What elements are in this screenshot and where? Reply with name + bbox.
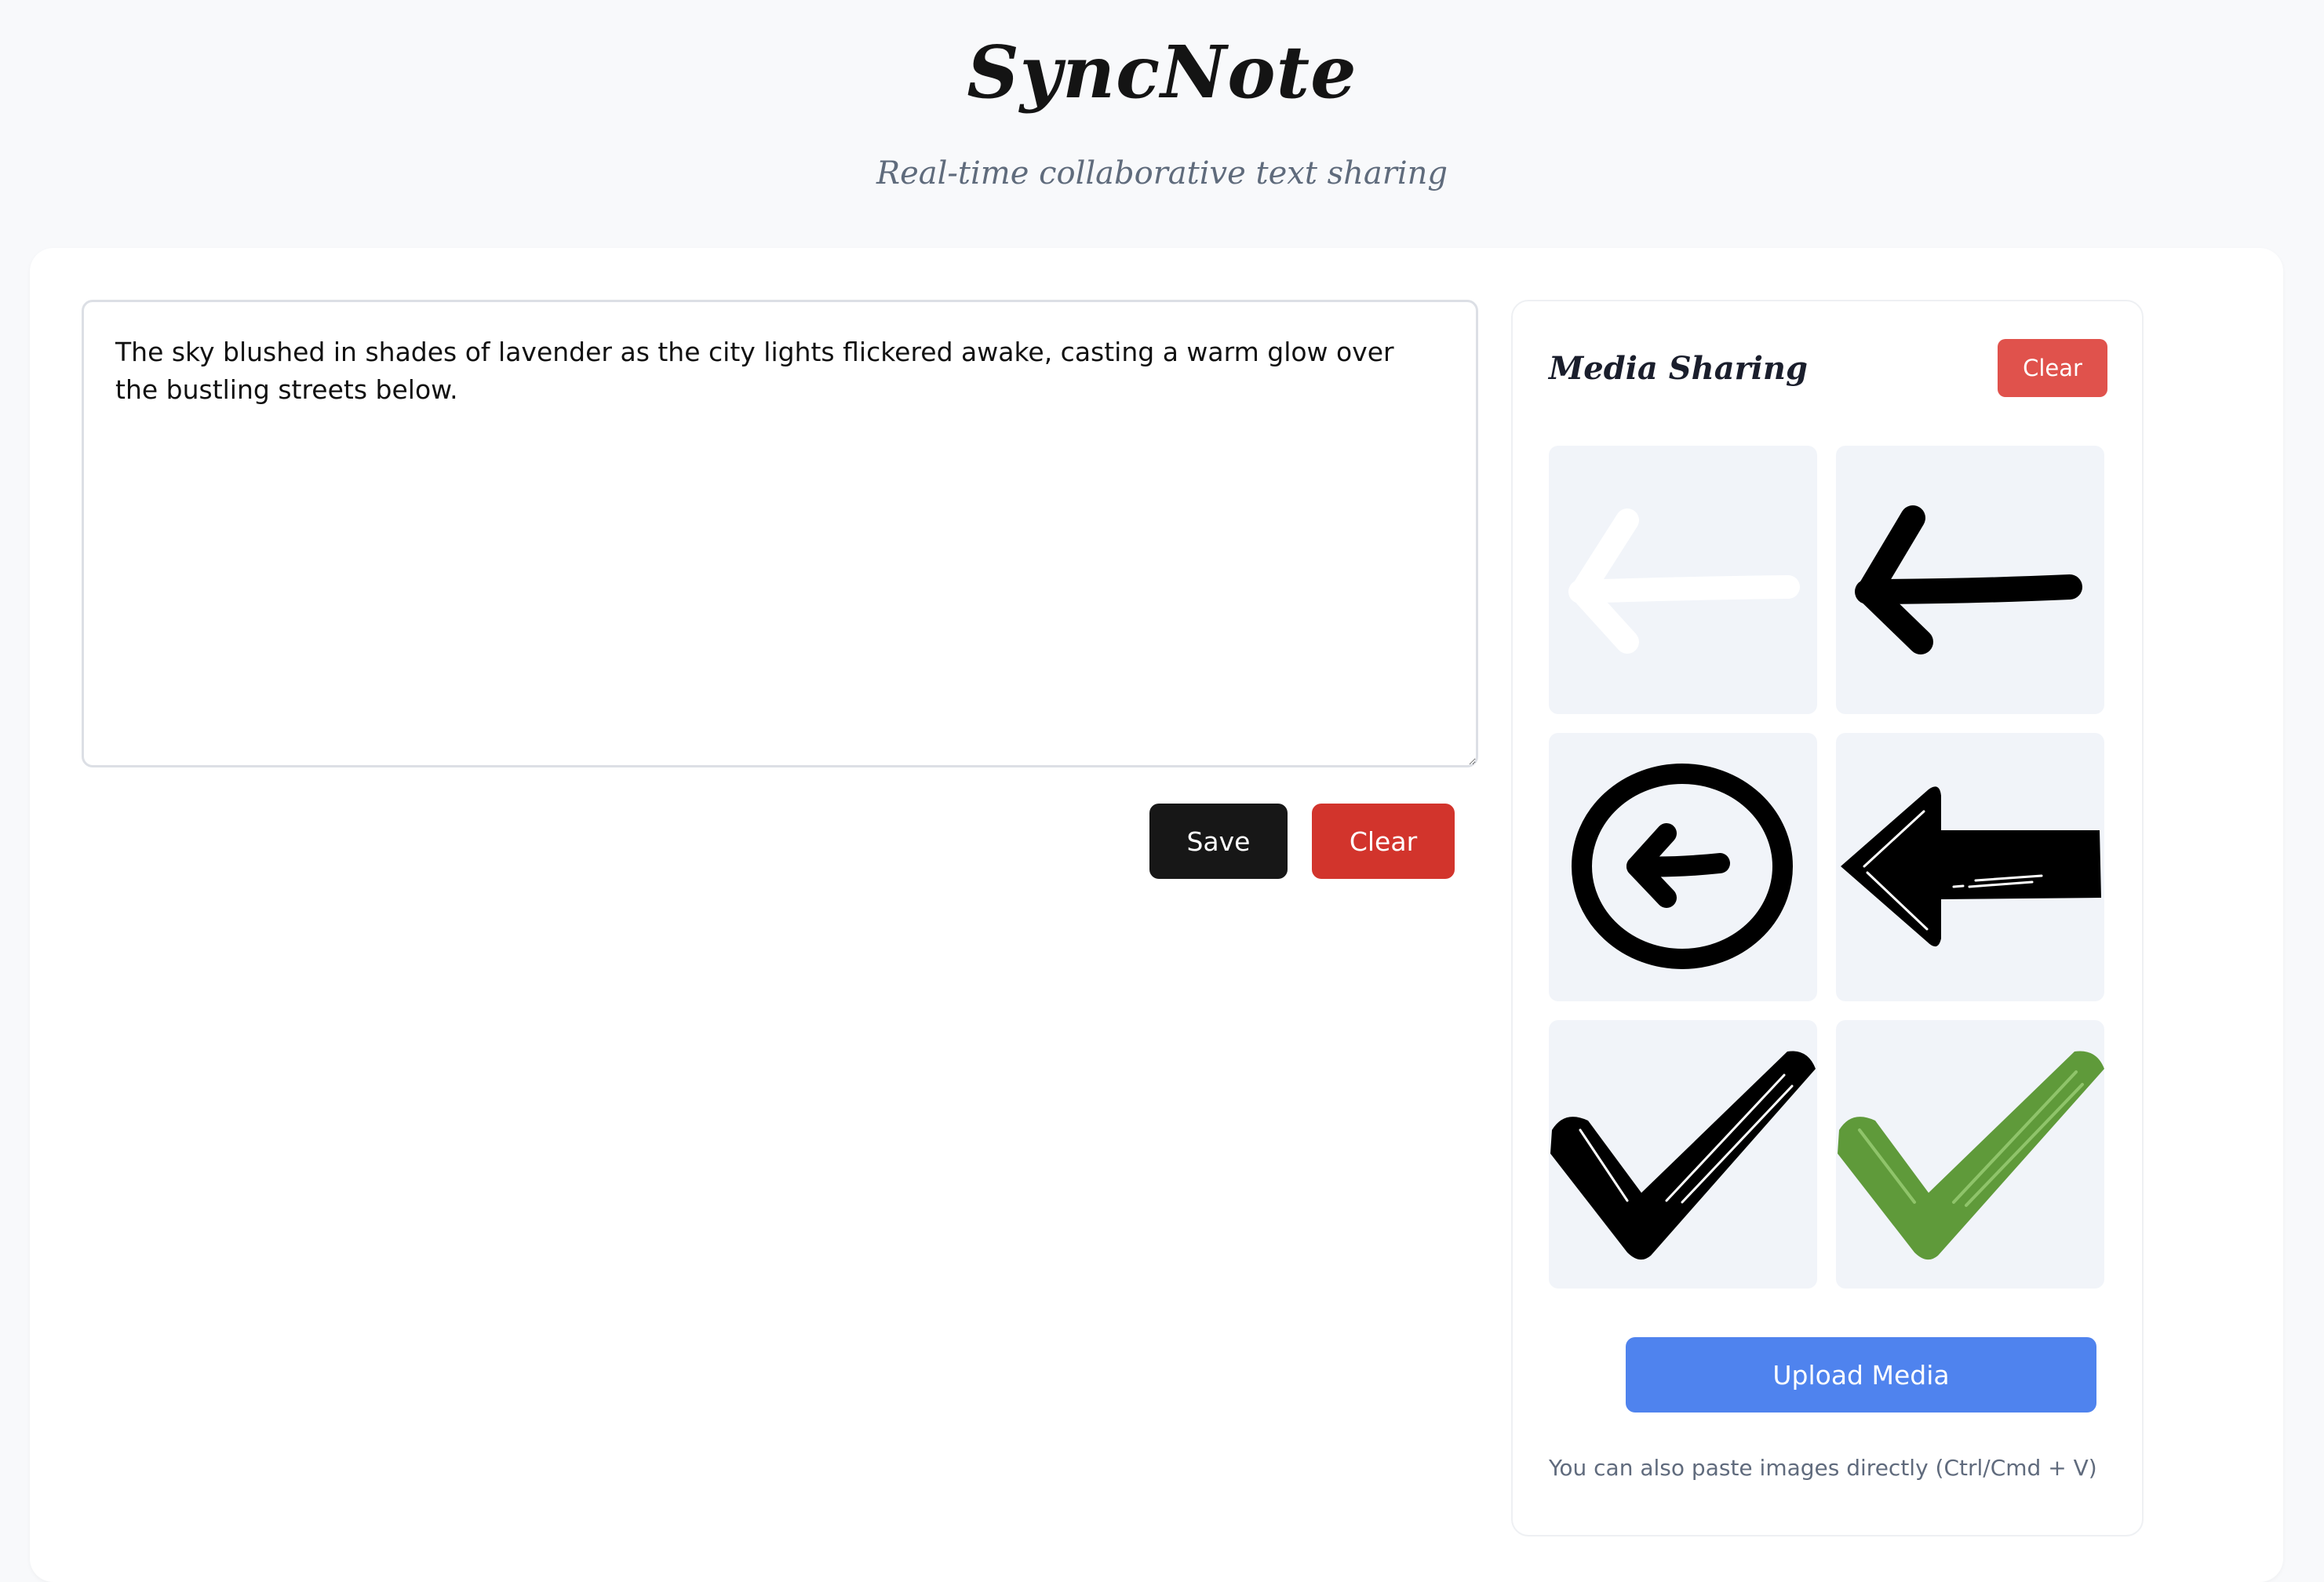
save-button[interactable]: Save (1149, 804, 1288, 879)
main-card: The sky blushed in shades of lavender as… (30, 248, 2283, 1582)
media-item[interactable] (1549, 733, 1817, 1001)
clear-text-button[interactable]: Clear (1312, 804, 1455, 879)
upload-media-button[interactable]: Upload Media (1626, 1337, 2096, 1412)
media-item[interactable] (1836, 1020, 2104, 1289)
page-header: SyncNote Real-time collaborative text sh… (0, 0, 2324, 248)
white-left-arrow-icon (1568, 508, 1800, 654)
paste-hint-text: You can also paste images directly (Ctrl… (1549, 1455, 2097, 1481)
media-sharing-title: Media Sharing (1549, 350, 1808, 387)
media-item[interactable] (1836, 446, 2104, 714)
black-left-arrow-icon (1855, 505, 2082, 654)
clear-media-button[interactable]: Clear (1998, 339, 2107, 397)
media-item[interactable] (1549, 1020, 1817, 1289)
green-checkmark-icon (1838, 1051, 2104, 1260)
app-title: SyncNote (967, 30, 1357, 115)
bold-left-arrow-icon (1841, 786, 2101, 947)
black-checkmark-icon (1550, 1051, 1816, 1260)
media-item[interactable] (1836, 733, 2104, 1001)
note-textarea[interactable]: The sky blushed in shades of lavender as… (82, 300, 1478, 767)
media-grid (1549, 446, 2107, 1289)
media-item[interactable] (1549, 446, 1817, 714)
app-subtitle: Real-time collaborative text sharing (876, 155, 1448, 191)
circled-left-arrow-icon (1572, 764, 1793, 969)
media-sharing-panel: Media Sharing Clear Upload Media You can… (1511, 300, 2144, 1536)
